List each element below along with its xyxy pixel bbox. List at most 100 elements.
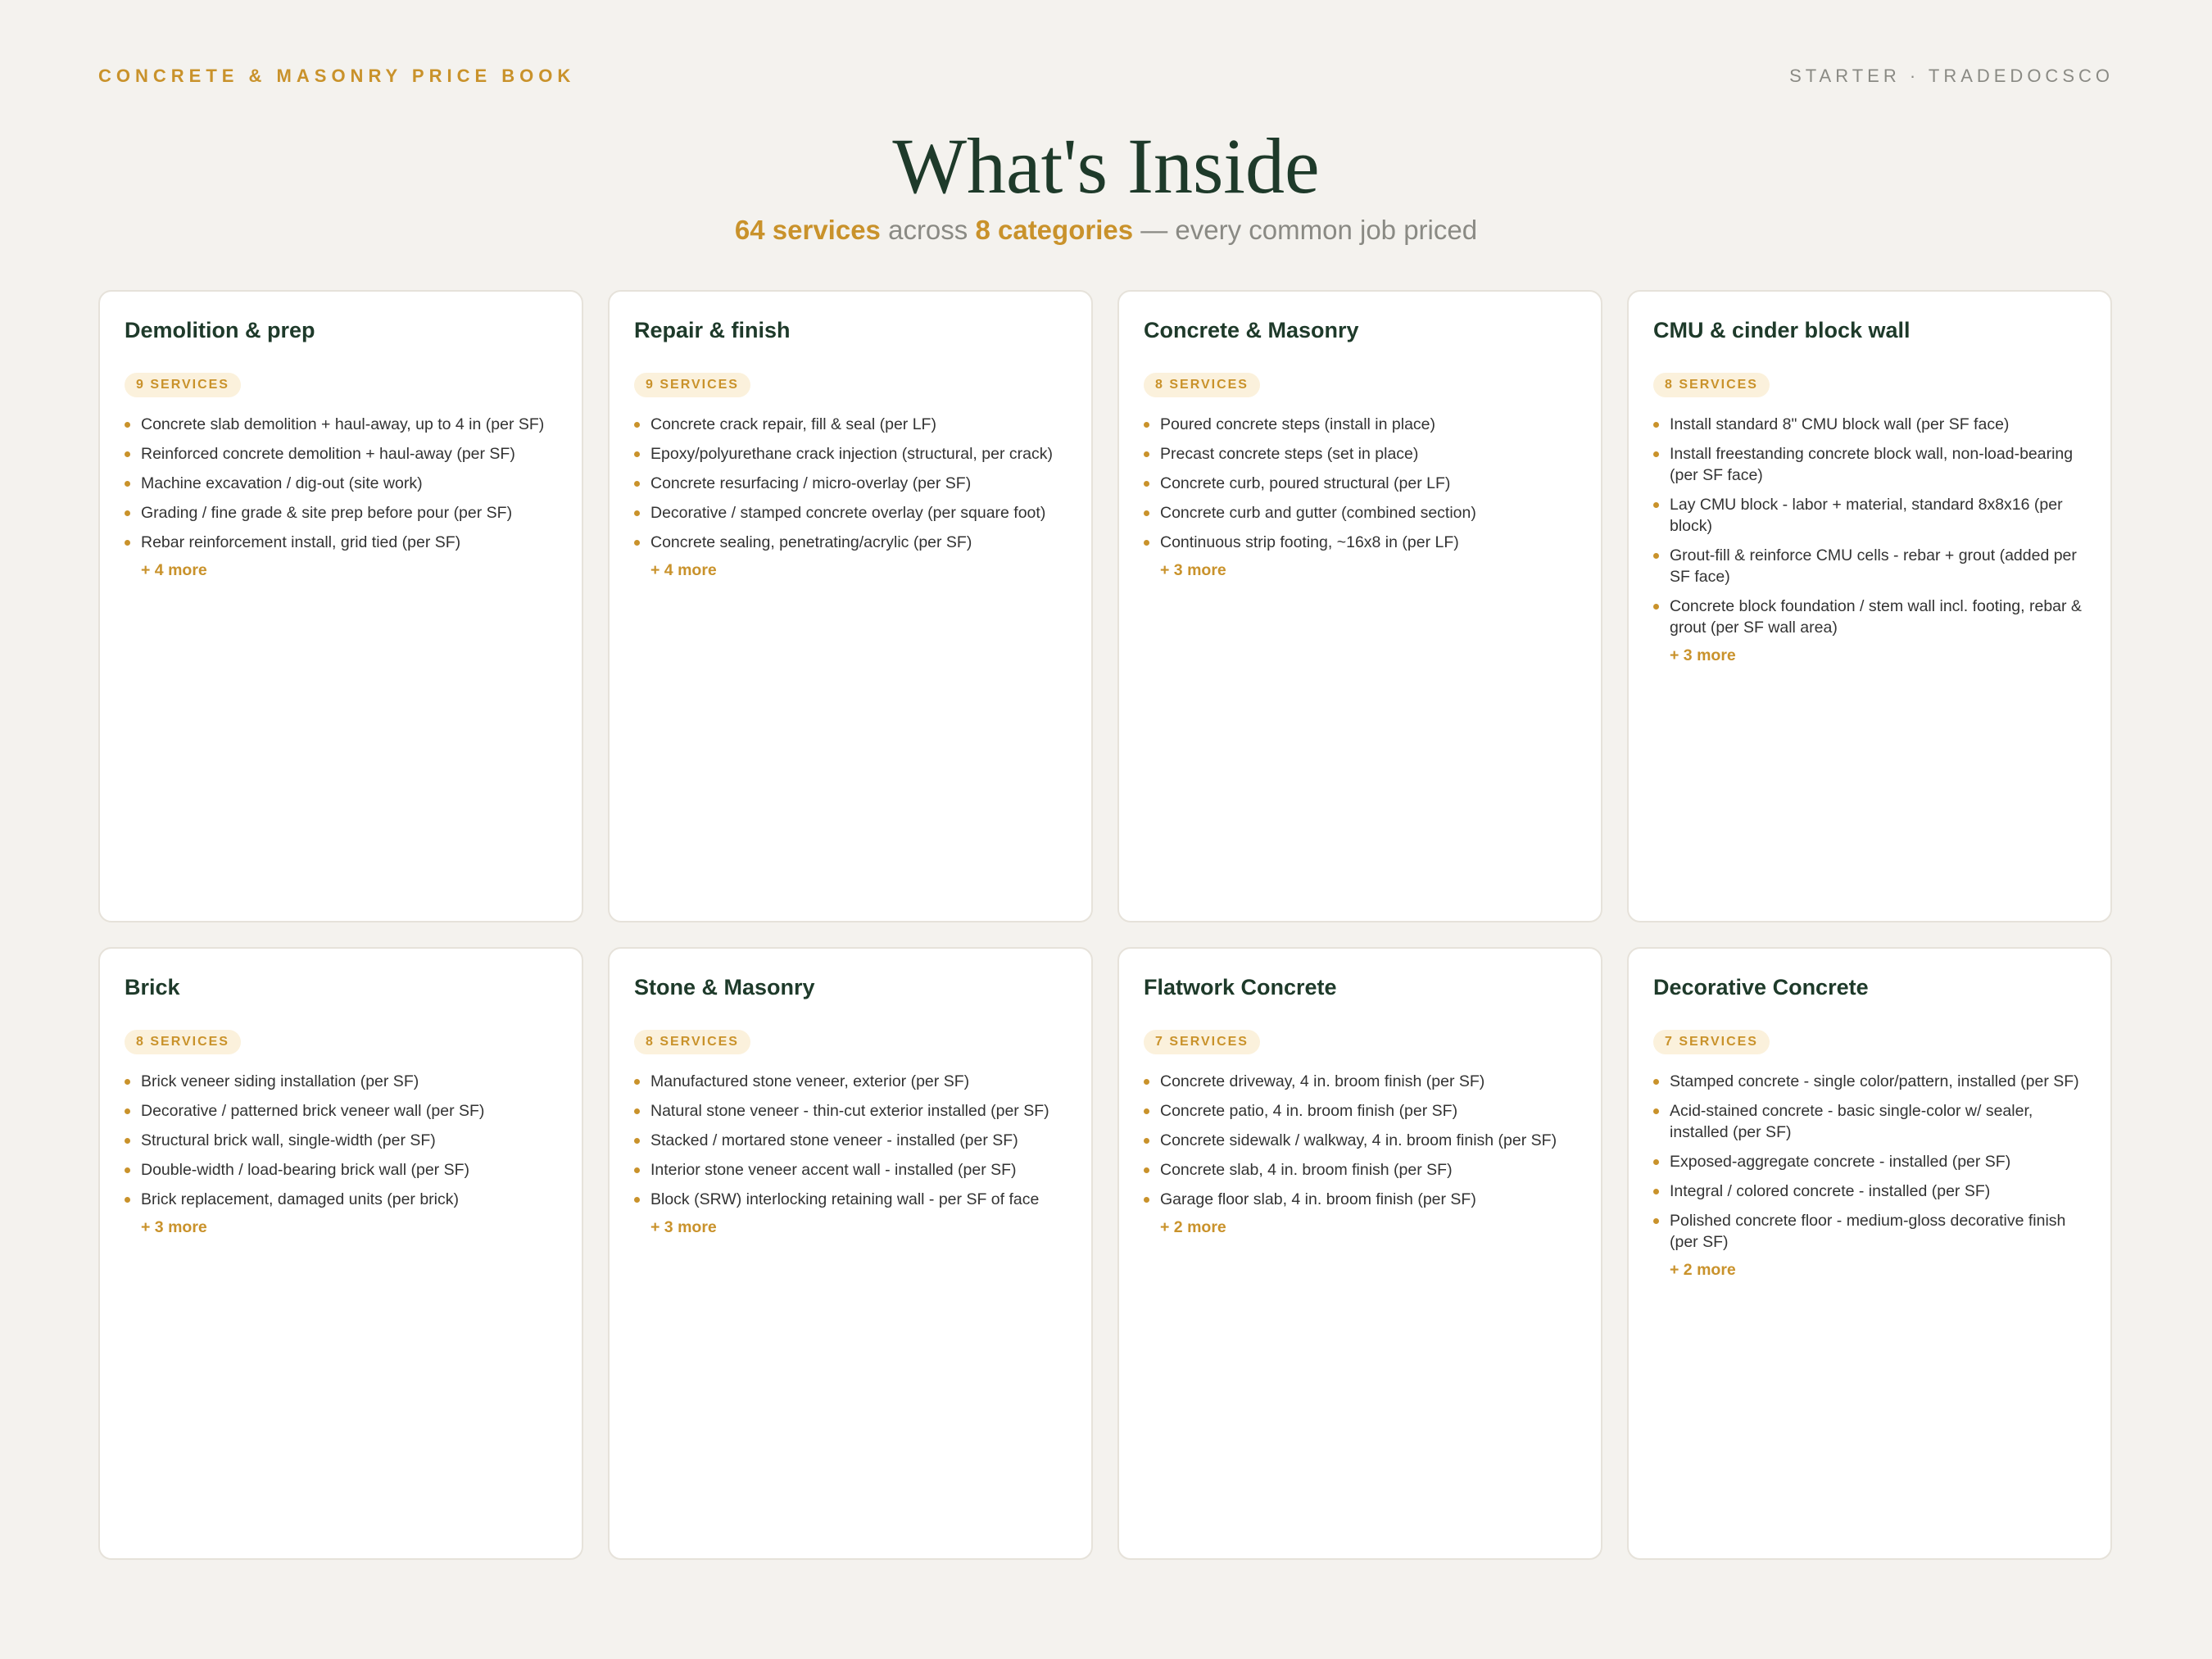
service-item-label: Continuous strip footing, ~16x8 in (per …	[1160, 533, 1459, 551]
service-item: Garage floor slab, 4 in. broom finish (p…	[1144, 1189, 1576, 1210]
more-services-link: + 3 more	[1160, 561, 1226, 579]
bullet-icon	[1144, 1197, 1149, 1203]
bullet-icon	[1653, 1108, 1659, 1114]
service-item-label: Garage floor slab, 4 in. broom finish (p…	[1160, 1190, 1476, 1208]
service-item: Concrete curb, poured structural (per LF…	[1144, 473, 1576, 494]
service-item-label: Concrete patio, 4 in. broom finish (per …	[1160, 1102, 1458, 1120]
service-item: Continuous strip footing, ~16x8 in (per …	[1144, 532, 1576, 553]
service-list: Concrete slab demolition + haul-away, up…	[125, 414, 557, 553]
service-item: Double-width / load-bearing brick wall (…	[125, 1159, 557, 1181]
service-item-label: Stamped concrete - single color/pattern,…	[1670, 1072, 2079, 1090]
category-card: Flatwork Concrete 7 SERVICES Concrete dr…	[1117, 947, 1602, 1560]
service-item-label: Natural stone veneer - thin-cut exterior…	[650, 1102, 1049, 1120]
bullet-icon	[634, 1197, 640, 1203]
category-card: Repair & finish 9 SERVICES Concrete crac…	[608, 290, 1093, 922]
service-item-label: Acid-stained concrete - basic single-col…	[1670, 1102, 2033, 1141]
services-count: 64 services	[734, 215, 881, 245]
service-item-label: Concrete curb and gutter (combined secti…	[1160, 504, 1476, 522]
service-item-label: Concrete resurfacing / micro-overlay (pe…	[650, 474, 972, 492]
bullet-icon	[1144, 481, 1149, 487]
services-badge: 8 SERVICES	[1653, 373, 1770, 397]
service-item: Decorative / stamped concrete overlay (p…	[634, 502, 1067, 524]
service-list: Concrete crack repair, fill & seal (per …	[634, 414, 1067, 553]
service-item: Lay CMU block - labor + material, standa…	[1653, 494, 2086, 537]
card-title: Repair & finish	[634, 318, 791, 342]
services-badge: 7 SERVICES	[1653, 1030, 1770, 1054]
subtitle-across: across	[880, 215, 976, 245]
service-list: Manufactured stone veneer, exterior (per…	[634, 1071, 1067, 1210]
service-item-label: Precast concrete steps (set in place)	[1160, 445, 1419, 463]
category-card: CMU & cinder block wall 8 SERVICES Insta…	[1627, 290, 2112, 922]
card-title: Demolition & prep	[125, 318, 315, 342]
category-card: Stone & Masonry 8 SERVICES Manufactured …	[608, 947, 1093, 1560]
service-item: Block (SRW) interlocking retaining wall …	[634, 1189, 1067, 1210]
service-item-label: Brick veneer siding installation (per SF…	[141, 1072, 419, 1090]
bullet-icon	[1653, 422, 1659, 428]
bullet-icon	[1653, 451, 1659, 457]
service-item: Interior stone veneer accent wall - inst…	[634, 1159, 1067, 1181]
more-services-link: + 2 more	[1160, 1218, 1226, 1236]
service-item: Exposed-aggregate concrete - installed (…	[1653, 1151, 2086, 1172]
service-item: Decorative / patterned brick veneer wall…	[125, 1100, 557, 1122]
bullet-icon	[1653, 1159, 1659, 1165]
service-item: Structural brick wall, single-width (per…	[125, 1130, 557, 1151]
bullet-icon	[125, 451, 130, 457]
service-item: Brick replacement, damaged units (per br…	[125, 1189, 557, 1210]
service-item-label: Structural brick wall, single-width (per…	[141, 1131, 436, 1149]
category-card: Demolition & prep 9 SERVICES Concrete sl…	[98, 290, 583, 922]
service-item-label: Concrete block foundation / stem wall in…	[1670, 597, 2082, 637]
service-list: Poured concrete steps (install in place)…	[1144, 414, 1576, 553]
service-item: Concrete sidewalk / walkway, 4 in. broom…	[1144, 1130, 1576, 1151]
card-title: Brick	[125, 975, 180, 999]
service-item-label: Decorative / stamped concrete overlay (p…	[650, 504, 1046, 522]
service-item: Concrete curb and gutter (combined secti…	[1144, 502, 1576, 524]
service-item-label: Block (SRW) interlocking retaining wall …	[650, 1190, 1040, 1208]
service-item-label: Concrete driveway, 4 in. broom finish (p…	[1160, 1072, 1485, 1090]
bullet-icon	[125, 510, 130, 516]
service-item-label: Install freestanding concrete block wall…	[1670, 445, 2074, 484]
service-item-label: Stacked / mortared stone veneer - instal…	[650, 1131, 1018, 1149]
service-item-label: Reinforced concrete demolition + haul-aw…	[141, 445, 515, 463]
bullet-icon	[1144, 1108, 1149, 1114]
service-item-label: Manufactured stone veneer, exterior (per…	[650, 1072, 970, 1090]
bullet-icon	[634, 481, 640, 487]
bullet-icon	[125, 422, 130, 428]
bullet-icon	[1144, 1167, 1149, 1173]
services-badge: 8 SERVICES	[1144, 373, 1260, 397]
bullet-icon	[125, 1138, 130, 1144]
bullet-icon	[634, 1079, 640, 1085]
service-item: Concrete sealing, penetrating/acrylic (p…	[634, 532, 1067, 553]
service-item-label: Brick replacement, damaged units (per br…	[141, 1190, 459, 1208]
page-title: What's Inside	[892, 122, 1320, 210]
category-card: Concrete & Masonry 8 SERVICES Poured con…	[1117, 290, 1602, 922]
bullet-icon	[125, 540, 130, 546]
service-item: Precast concrete steps (set in place)	[1144, 443, 1576, 465]
service-item-label: Double-width / load-bearing brick wall (…	[141, 1161, 469, 1179]
bullet-icon	[1144, 451, 1149, 457]
bullet-icon	[125, 481, 130, 487]
service-item: Install freestanding concrete block wall…	[1653, 443, 2086, 486]
service-item: Rebar reinforcement install, grid tied (…	[125, 532, 557, 553]
service-item: Grading / fine grade & site prep before …	[125, 502, 557, 524]
service-list: Brick veneer siding installation (per SF…	[125, 1071, 557, 1210]
bullet-icon	[1144, 540, 1149, 546]
category-card: Brick 8 SERVICES Brick veneer siding ins…	[98, 947, 583, 1560]
bullet-icon	[1144, 1138, 1149, 1144]
service-item-label: Concrete sealing, penetrating/acrylic (p…	[650, 533, 972, 551]
service-item-label: Machine excavation / dig-out (site work)	[141, 474, 423, 492]
services-badge: 8 SERVICES	[634, 1030, 750, 1054]
categories-count: 8 categories	[975, 215, 1134, 245]
service-item: Epoxy/polyurethane crack injection (stru…	[634, 443, 1067, 465]
service-item: Brick veneer siding installation (per SF…	[125, 1071, 557, 1092]
more-services-link: + 4 more	[650, 561, 717, 579]
services-badge: 9 SERVICES	[634, 373, 750, 397]
bullet-icon	[634, 540, 640, 546]
service-item-label: Epoxy/polyurethane crack injection (stru…	[650, 445, 1053, 463]
bullet-icon	[634, 422, 640, 428]
service-item-label: Grading / fine grade & site prep before …	[141, 504, 513, 522]
bullet-icon	[1653, 553, 1659, 559]
service-item: Concrete slab, 4 in. broom finish (per S…	[1144, 1159, 1576, 1181]
service-item: Install standard 8" CMU block wall (per …	[1653, 414, 2086, 435]
bullet-icon	[125, 1079, 130, 1085]
bullet-icon	[1653, 604, 1659, 610]
